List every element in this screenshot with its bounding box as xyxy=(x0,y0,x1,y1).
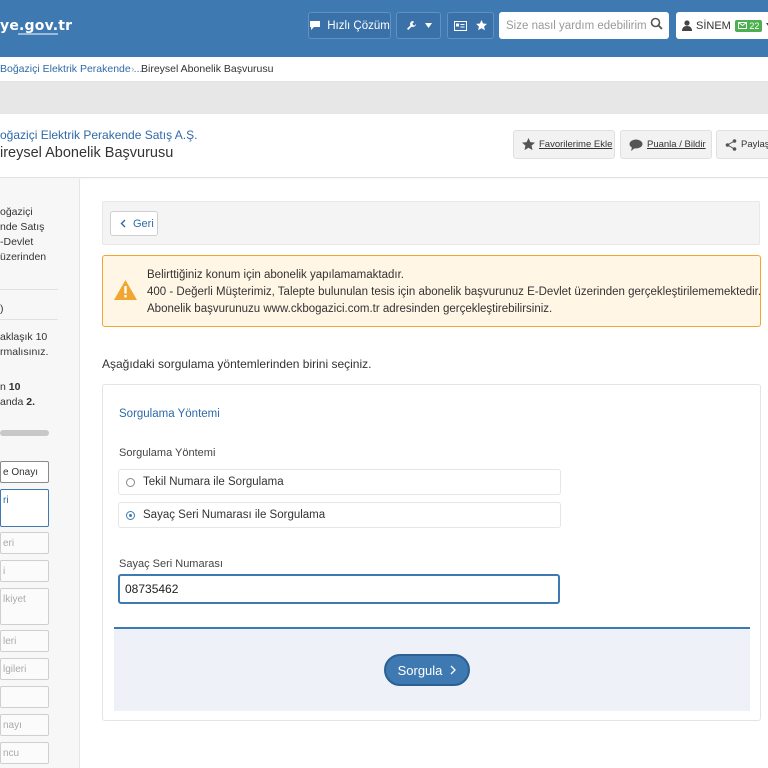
warning-message: Belirttiğiniz konum için abonelik yapıla… xyxy=(147,267,761,318)
warning-line: 400 - Değerli Müşterimiz, Talepte bulunu… xyxy=(147,286,762,298)
query-form-card: Sorgulama Yöntemi Sorgulama Yöntemi Teki… xyxy=(102,384,761,721)
back-button[interactable]: Geri xyxy=(110,211,158,236)
sidebar-steps-total: n 10 xyxy=(0,380,20,395)
form-actions: Sorgula xyxy=(114,627,750,711)
chevron-left-icon xyxy=(120,219,126,228)
sidebar-intro-line: -Devlet xyxy=(0,236,34,248)
search-input[interactable]: Size nasıl yardım edebilirim xyxy=(506,20,647,32)
search-box[interactable]: Size nasıl yardım edebilirim xyxy=(499,12,669,39)
steps-current-value: 2. xyxy=(26,396,36,408)
breadcrumb: Boğaziçi Elektrik Perakende ... › Bireys… xyxy=(0,57,768,82)
star-icon xyxy=(522,138,535,151)
instruction-text: Aşağıdaki sorgulama yöntemlerinden birin… xyxy=(102,357,372,371)
search-icon[interactable] xyxy=(650,17,663,30)
sidebar-step[interactable] xyxy=(0,686,49,708)
submit-label: Sorgula xyxy=(397,662,443,678)
chevron-right-icon xyxy=(450,665,457,675)
steps-progress-bar xyxy=(0,430,49,436)
institution-name[interactable]: oğaziçi Elektrik Perakende Satış A.Ş. xyxy=(0,128,197,142)
sidebar-step[interactable]: nayı xyxy=(0,714,49,736)
breadcrumb-item-institution[interactable]: Boğaziçi Elektrik Perakende ... xyxy=(0,63,142,75)
breadcrumb-item-current: Bireysel Abonelik Başvurusu xyxy=(141,63,274,75)
sidebar-duration-line: rmalısınız. xyxy=(0,346,49,358)
top-navigation-bar: ye.gov.tr Hızlı Çözüm Size nasıl yardım … xyxy=(0,0,768,57)
page-title: ireysel Abonelik Başvurusu xyxy=(0,145,174,161)
steps-total-value: 10 xyxy=(8,381,21,393)
option-label: Tekil Numara ile Sorgulama xyxy=(143,476,284,488)
option-label: Sayaç Seri Numarası ile Sorgulama xyxy=(143,509,326,521)
rate-report-label: Puanla / Bildir xyxy=(647,139,706,150)
left-sidebar: oğaziçi nde Satış -Devlet üzerinden ) ak… xyxy=(0,179,80,768)
share-button[interactable]: Paylaş xyxy=(716,130,768,159)
warning-icon xyxy=(114,280,137,300)
steps-current-prefix: anda xyxy=(0,396,24,408)
sidebar-step[interactable]: lkiyet xyxy=(0,588,49,625)
share-label: Paylaş xyxy=(741,139,768,150)
sidebar-intro-line: oğaziçi xyxy=(0,206,33,218)
mail-count: 22 xyxy=(749,20,760,31)
warning-alert: Belirttiğiniz konum için abonelik yapıla… xyxy=(102,255,761,327)
serial-number-input[interactable] xyxy=(118,574,560,604)
sidebar-step[interactable]: ncu xyxy=(0,742,49,764)
method-field-label: Sorgulama Yöntemi xyxy=(119,447,216,459)
main-content: Geri Belirttiğiniz konum için abonelik y… xyxy=(81,179,768,768)
breadcrumb-separator: › xyxy=(131,63,135,75)
envelope-icon xyxy=(737,21,747,29)
logo-underline xyxy=(18,33,58,35)
sidebar-fragment: ) xyxy=(0,303,4,315)
id-card-icon xyxy=(454,20,467,31)
quick-solution-label: Hızlı Çözüm xyxy=(327,19,390,32)
service-header: oğaziçi Elektrik Perakende Satış A.Ş. ir… xyxy=(0,114,768,178)
share-icon xyxy=(725,138,737,151)
sidebar-step[interactable]: i xyxy=(0,560,49,582)
sidebar-intro-line: nde Satış xyxy=(0,221,45,233)
site-logo[interactable]: ye.gov.tr xyxy=(0,18,72,34)
wrench-icon xyxy=(406,21,416,30)
radio-button[interactable] xyxy=(126,477,135,487)
user-icon xyxy=(682,20,692,31)
add-favorites-button[interactable]: Favorilerime Ekle xyxy=(513,130,615,159)
tools-dropdown-button[interactable] xyxy=(396,12,441,39)
card-title: Sorgulama Yöntemi xyxy=(119,408,220,420)
sidebar-intro-line: üzerinden xyxy=(0,251,47,263)
id-card-favorites-button[interactable] xyxy=(447,12,494,39)
sidebar-divider xyxy=(0,319,58,320)
star-icon xyxy=(476,20,487,31)
sidebar-step[interactable]: eri xyxy=(0,532,49,554)
back-label: Geri xyxy=(133,217,154,230)
sidebar-step-active[interactable]: ri xyxy=(0,489,49,527)
sidebar-step[interactable]: lgileri xyxy=(0,658,49,680)
warning-line: Belirttiğiniz konum için abonelik yapıla… xyxy=(147,269,404,281)
mail-badge[interactable]: 22 xyxy=(734,19,763,32)
sidebar-duration-line: aklaşık 10 xyxy=(0,331,48,343)
user-menu[interactable]: SİNEM 22 xyxy=(676,12,768,39)
page-gray-band xyxy=(0,82,768,114)
sidebar-divider xyxy=(0,289,58,290)
add-favorites-label: Favorilerime Ekle xyxy=(539,139,613,150)
option-single-number[interactable]: Tekil Numara ile Sorgulama xyxy=(118,469,561,495)
user-name: SİNEM xyxy=(696,19,731,32)
back-toolbar: Geri xyxy=(102,201,760,245)
steps-total-prefix: n xyxy=(0,381,6,393)
query-submit-button[interactable]: Sorgula xyxy=(384,654,470,686)
sidebar-steps-current: anda 2. xyxy=(0,395,35,410)
sidebar-step[interactable]: leri xyxy=(0,630,49,652)
caret-down-icon xyxy=(424,23,432,28)
sidebar-step[interactable]: e Onayı xyxy=(0,461,49,483)
chat-icon xyxy=(310,21,321,30)
serial-field-label: Sayaç Seri Numarası xyxy=(119,558,223,570)
rate-report-button[interactable]: Puanla / Bildir xyxy=(620,130,712,159)
quick-solution-button[interactable]: Hızlı Çözüm xyxy=(308,12,391,39)
warning-line: Abonelik başvurunuzu www.ckbogazici.com.… xyxy=(147,303,553,315)
speech-bubble-icon xyxy=(629,139,643,151)
option-meter-serial[interactable]: Sayaç Seri Numarası ile Sorgulama xyxy=(118,502,561,528)
radio-button-selected[interactable] xyxy=(126,510,135,520)
